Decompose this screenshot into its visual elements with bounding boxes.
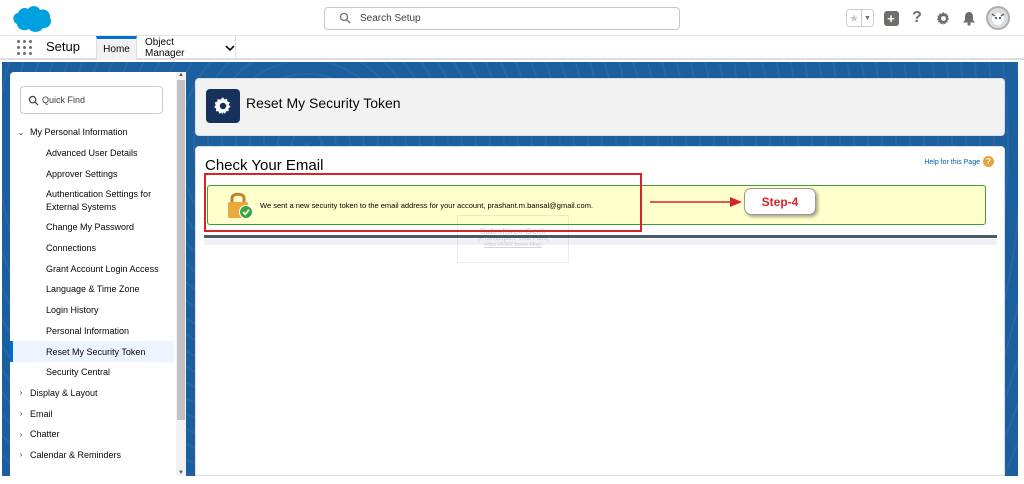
sidebar-item-label: Grant Account Login Access: [46, 263, 159, 274]
quick-find-placeholder: Quick Find: [42, 95, 86, 105]
search-icon: [28, 95, 39, 106]
sidebar-item-label: Security Central: [46, 367, 111, 378]
sidebar-item-label: Connections: [46, 243, 97, 254]
sidebar-item-display-layout[interactable]: › Display & Layout: [10, 383, 174, 404]
sidebar-item-connections[interactable]: Connections: [10, 238, 174, 259]
step-label-text: Step-4: [761, 194, 799, 209]
sidebar-item-language-time-zone[interactable]: Language & Time Zone: [10, 279, 174, 300]
setup-gear-icon: [206, 89, 240, 123]
sidebar-item-label: Language & Time Zone: [46, 284, 140, 295]
tab-object-manager[interactable]: Object Manager: [140, 36, 236, 60]
tab-object-manager-label: Object Manager: [145, 37, 185, 59]
setup-tree: ⌄ My Personal Information Advanced User …: [10, 122, 174, 465]
chevron-down-icon[interactable]: [225, 44, 235, 52]
sidebar-item-label: Display & Layout: [30, 387, 98, 398]
sidebar-item-personal-information[interactable]: Personal Information: [10, 321, 174, 342]
scroll-down-icon[interactable]: ▼: [178, 470, 184, 476]
sidebar-item-calendar-reminders[interactable]: › Calendar & Reminders: [10, 445, 174, 466]
global-actions-button[interactable]: +: [882, 9, 900, 27]
chevron-right-icon[interactable]: ›: [17, 409, 25, 418]
search-icon: [339, 12, 351, 24]
setup-gear-button[interactable]: [934, 9, 952, 27]
sidebar-item-label: Advanced User Details: [46, 148, 138, 159]
sidebar-item-label: Calendar & Reminders: [30, 449, 122, 460]
app-launcher-icon[interactable]: [17, 40, 32, 55]
plus-icon: +: [883, 10, 899, 26]
sidebar-item-approver-settings[interactable]: Approver Settings: [10, 163, 174, 184]
sidebar-item-label: Authentication Settings for External Sys…: [46, 188, 152, 212]
sidebar-item-advanced-user-details[interactable]: Advanced User Details: [10, 143, 174, 164]
section-divider: [204, 235, 997, 238]
sidebar-item-label: Reset My Security Token: [46, 346, 146, 357]
highlight-box: [204, 173, 642, 232]
app-name: Setup: [46, 39, 80, 54]
sidebar-item-my-personal-information[interactable]: ⌄ My Personal Information: [10, 122, 174, 143]
tab-home-label: Home: [103, 44, 130, 55]
help-button[interactable]: ?: [908, 9, 926, 27]
sidebar-item-change-my-password[interactable]: Change My Password: [10, 217, 174, 238]
quick-find-input[interactable]: Quick Find: [20, 86, 163, 114]
favorites-button[interactable]: ★ ▼: [846, 9, 874, 27]
sidebar-item-login-history[interactable]: Login History: [10, 300, 174, 321]
chevron-right-icon[interactable]: ›: [17, 430, 25, 439]
user-avatar[interactable]: [986, 6, 1010, 30]
section-divider-band: [204, 239, 997, 245]
page-header: Reset My Security Token: [195, 78, 1005, 136]
astro-avatar-icon: [991, 13, 1005, 25]
watermark-url: https://6302.home.blog/: [484, 242, 542, 248]
notifications-button[interactable]: [960, 9, 978, 27]
sidebar-item-label: Personal Information: [46, 325, 130, 336]
help-for-this-page-link[interactable]: Help for this Page: [924, 159, 980, 166]
sidebar-item-label: Change My Password: [46, 222, 135, 233]
salesforce-logo-icon[interactable]: [12, 5, 52, 33]
sidebar-item-chatter[interactable]: › Chatter: [10, 424, 174, 445]
sidebar-scrollbar[interactable]: ▲ ▼: [176, 72, 186, 476]
sidebar-item-email[interactable]: › Email: [10, 403, 174, 424]
gear-icon: [936, 11, 949, 25]
star-icon: ★: [849, 12, 859, 25]
content-heading: Check Your Email: [205, 157, 324, 174]
scrollbar-thumb[interactable]: [177, 80, 185, 420]
search-setup-input[interactable]: Search Setup: [324, 7, 680, 30]
context-bar: Setup Home Object Manager: [0, 36, 1024, 60]
header-actions: ★ ▼ + ?: [846, 6, 1010, 30]
page-title: Reset My Security Token: [246, 95, 401, 111]
favorites-dropdown-icon[interactable]: ▼: [861, 10, 873, 26]
scroll-up-icon[interactable]: ▲: [178, 72, 184, 78]
sidebar-item-label: Login History: [46, 305, 99, 316]
step-label: Step-4: [744, 188, 816, 215]
arrow-right-icon: [650, 197, 742, 207]
bell-icon: [963, 11, 975, 26]
sidebar-item-grant-account-login-access[interactable]: Grant Account Login Access: [10, 258, 174, 279]
sidebar-item-label: My Personal Information: [30, 127, 128, 138]
global-header: Search Setup ★ ▼ + ?: [0, 0, 1024, 36]
sidebar-item-authentication-settings[interactable]: Authentication Settings for External Sys…: [10, 184, 174, 217]
search-placeholder: Search Setup: [360, 13, 421, 24]
chevron-down-icon[interactable]: ⌄: [17, 128, 25, 137]
question-icon: ?: [912, 9, 922, 26]
sidebar-item-security-central[interactable]: Security Central: [10, 362, 174, 383]
help-question-icon[interactable]: ?: [983, 156, 994, 167]
setup-sidebar: Quick Find ⌄ My Personal Information Adv…: [10, 72, 186, 476]
sidebar-item-label: Approver Settings: [46, 168, 118, 179]
tab-home[interactable]: Home: [96, 36, 137, 60]
chevron-right-icon[interactable]: ›: [17, 388, 25, 397]
chevron-right-icon[interactable]: ›: [17, 450, 25, 459]
sidebar-item-reset-my-security-token[interactable]: Reset My Security Token: [10, 341, 174, 362]
sidebar-item-label: Chatter: [30, 429, 60, 440]
sidebar-item-label: Email: [30, 408, 53, 419]
